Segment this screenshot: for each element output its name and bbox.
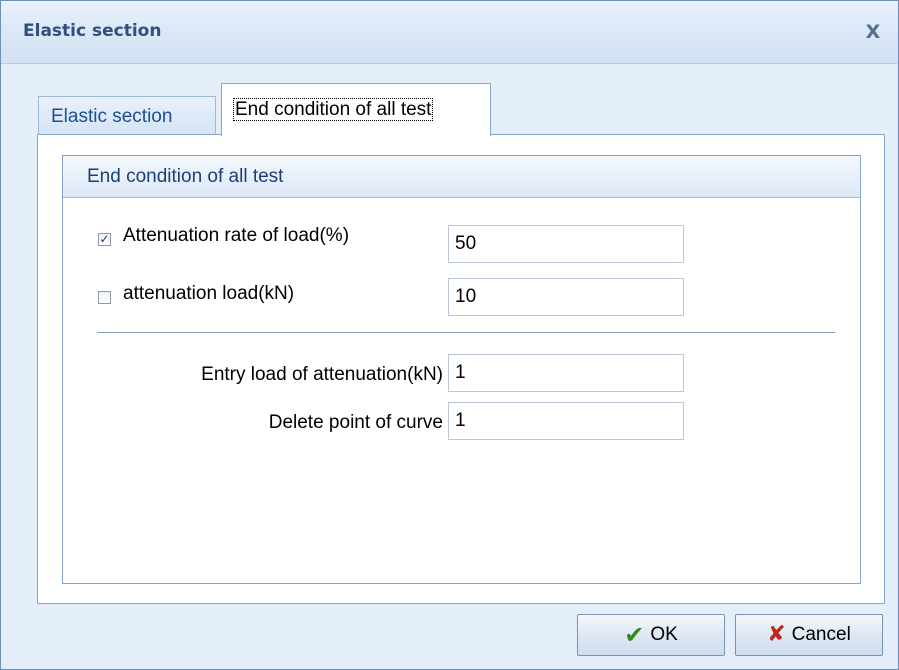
tab-elastic-section[interactable]: Elastic section: [38, 96, 216, 135]
group-title: End condition of all test: [87, 166, 284, 187]
attenuation-rate-label: Attenuation rate of load(%): [123, 225, 350, 246]
tab-end-condition[interactable]: End condition of all test: [221, 83, 491, 136]
ok-label: OK: [650, 624, 678, 645]
tab-panel: End condition of all test ✓ Attenuation …: [37, 134, 885, 604]
tab-label: Elastic section: [51, 106, 173, 127]
divider: [97, 332, 835, 333]
title-bar[interactable]: Elastic section X: [1, 1, 898, 64]
delete-point-label: Delete point of curve: [268, 412, 443, 433]
attenuation-load-input[interactable]: 10: [448, 278, 684, 316]
tab-label: End condition of all test: [232, 98, 434, 121]
attenuation-rate-checkbox[interactable]: ✓: [98, 233, 111, 246]
dialog-window: Elastic section X Elastic section End co…: [0, 0, 899, 670]
attenuation-rate-input[interactable]: 50: [448, 225, 684, 263]
x-icon: ✘: [767, 622, 786, 647]
delete-point-input[interactable]: 1: [448, 402, 684, 440]
window-title: Elastic section: [23, 21, 162, 41]
close-button[interactable]: X: [859, 18, 887, 46]
entry-load-label: Entry load of attenuation(kN): [201, 364, 443, 385]
attenuation-load-checkbox[interactable]: [98, 291, 111, 304]
ok-button[interactable]: ✔ OK: [577, 614, 725, 656]
end-condition-group: End condition of all test ✓ Attenuation …: [62, 155, 861, 584]
group-header: End condition of all test: [63, 156, 860, 198]
cancel-label: Cancel: [791, 624, 851, 645]
attenuation-load-label: attenuation load(kN): [123, 283, 295, 304]
checkmark-icon: ✔: [624, 621, 645, 649]
entry-load-input[interactable]: 1: [448, 354, 684, 392]
cancel-button[interactable]: ✘ Cancel: [735, 614, 883, 656]
